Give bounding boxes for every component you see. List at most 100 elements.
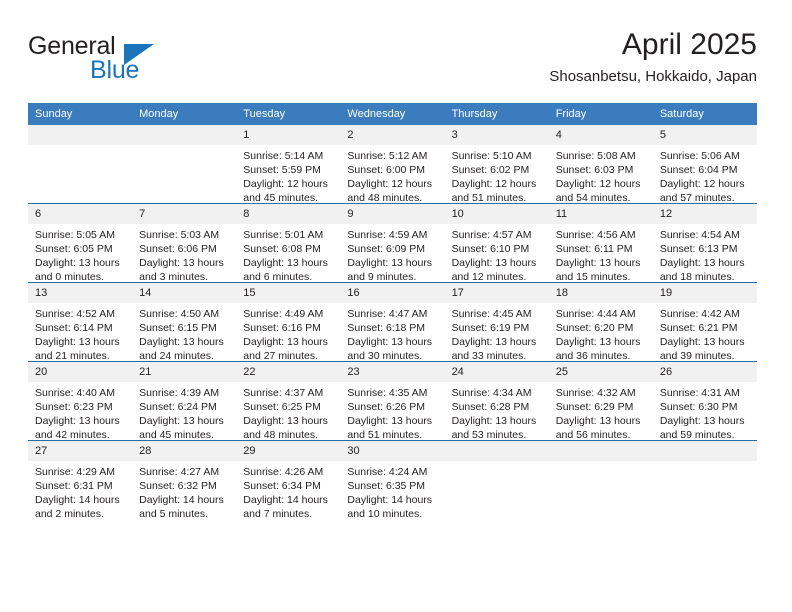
day-number: 17 xyxy=(444,283,549,303)
day-cell-content: 5 Sunrise: 5:06 AM Sunset: 6:04 PM Daylight… xyxy=(652,125,757,204)
calendar-day-cell[interactable]: 2 Sunrise: 5:12 AM Sunset: 6:00 PM Daylight… xyxy=(340,125,445,205)
sunset-text: Sunset: 6:08 PM xyxy=(243,243,321,255)
calendar-day-cell[interactable]: 19 Sunrise: 4:42 AM Sunset: 6:21 PM Dayligh… xyxy=(652,282,757,363)
day-sun-info: Sunrise: 4:32 AM Sunset: 6:29 PM Daylight:… xyxy=(549,382,653,442)
day-number: 21 xyxy=(132,362,237,382)
sunrise-text: Sunrise: 4:29 AM xyxy=(35,466,115,478)
day-number: 16 xyxy=(340,283,445,303)
calendar-day-cell[interactable] xyxy=(28,125,133,204)
day-sun-info: Sunrise: 4:42 AM Sunset: 6:21 PM Daylight:… xyxy=(653,303,757,363)
calendar-day-cell[interactable]: 15 Sunrise: 4:49 AM Sunset: 6:16 PM Dayligh… xyxy=(236,282,341,362)
day-number: 1 xyxy=(236,125,341,145)
calendar-day-cell[interactable]: 8 Sunrise: 5:01 AM Sunset: 6:08 PM Daylight… xyxy=(236,203,341,284)
sunset-text: Sunset: 6:18 PM xyxy=(347,322,426,334)
sunrise-text: Sunrise: 4:49 AM xyxy=(243,308,324,320)
day-cell-content: 20 Sunrise: 4:40 AM Sunset: 6:23 PM Dayligh… xyxy=(28,362,133,441)
calendar-day-cell[interactable] xyxy=(548,440,653,519)
day-cell-content: 3 Sunrise: 5:10 AM Sunset: 6:02 PM Daylight… xyxy=(444,125,549,204)
day-sun-info: Sunrise: 4:37 AM Sunset: 6:25 PM Daylight:… xyxy=(236,382,340,442)
calendar-day-cell[interactable]: 13 Sunrise: 4:52 AM Sunset: 6:14 PM Dayligh… xyxy=(28,282,133,362)
day-cell-content: 8 Sunrise: 5:01 AM Sunset: 6:08 PM Daylight… xyxy=(236,204,341,284)
day-cell-content: 26 Sunrise: 4:31 AM Sunset: 6:30 PM Dayligh… xyxy=(652,362,757,442)
calendar-day-cell[interactable]: 28 Sunrise: 4:27 AM Sunset: 6:32 PM Dayligh… xyxy=(132,440,237,520)
daylight-text: Daylight: 13 hours and 9 minutes. xyxy=(347,257,433,283)
calendar-day-cell[interactable]: 24 Sunrise: 4:34 AM Sunset: 6:28 PM Dayligh… xyxy=(444,361,549,441)
sunset-text: Sunset: 6:31 PM xyxy=(35,480,113,492)
daylight-text: Daylight: 13 hours and 39 minutes. xyxy=(659,336,745,362)
calendar-day-cell[interactable]: 1 Sunrise: 5:14 AM Sunset: 5:59 PM Daylight… xyxy=(236,125,341,204)
general-blue-logo[interactable]: General Blue xyxy=(28,32,198,90)
calendar-day-cell[interactable]: 17 Sunrise: 4:45 AM Sunset: 6:19 PM Dayligh… xyxy=(444,282,549,362)
daylight-text: Daylight: 13 hours and 48 minutes. xyxy=(243,415,328,441)
sunrise-text: Sunrise: 5:06 AM xyxy=(659,150,740,162)
sunrise-text: Sunrise: 5:14 AM xyxy=(243,150,324,162)
calendar-day-cell[interactable]: 21 Sunrise: 4:39 AM Sunset: 6:24 PM Dayligh… xyxy=(132,361,237,442)
day-cell-content: 14 Sunrise: 4:50 AM Sunset: 6:15 PM Dayligh… xyxy=(132,283,237,362)
daylight-text: Daylight: 13 hours and 18 minutes. xyxy=(659,257,745,283)
calendar-day-cell[interactable]: 30 Sunrise: 4:24 AM Sunset: 6:35 PM Dayligh… xyxy=(340,440,445,520)
sunrise-text: Sunrise: 4:54 AM xyxy=(659,229,740,241)
daylight-text: Daylight: 13 hours and 56 minutes. xyxy=(555,415,641,441)
day-cell-content: 11 Sunrise: 4:56 AM Sunset: 6:11 PM Dayligh… xyxy=(548,204,653,283)
calendar-day-cell[interactable]: 10 Sunrise: 4:57 AM Sunset: 6:10 PM Dayligh… xyxy=(444,203,549,283)
day-cell-content: 15 Sunrise: 4:49 AM Sunset: 6:16 PM Dayligh… xyxy=(236,283,341,362)
sunrise-text: Sunrise: 5:08 AM xyxy=(555,150,636,162)
calendar-day-cell[interactable]: 23 Sunrise: 4:35 AM Sunset: 6:26 PM Dayligh… xyxy=(340,361,445,441)
calendar-day-cell[interactable] xyxy=(652,440,757,519)
calendar-day-cell[interactable]: 27 Sunrise: 4:29 AM Sunset: 6:31 PM Dayligh… xyxy=(28,440,133,520)
calendar-day-cell[interactable]: 3 Sunrise: 5:10 AM Sunset: 6:02 PM Daylight… xyxy=(444,125,549,204)
sunset-text: Sunset: 6:35 PM xyxy=(347,480,426,492)
calendar-day-cell[interactable]: 9 Sunrise: 4:59 AM Sunset: 6:09 PM Daylight… xyxy=(340,203,445,283)
calendar-day-cell[interactable]: 14 Sunrise: 4:50 AM Sunset: 6:15 PM Dayligh… xyxy=(132,282,237,362)
sunrise-text: Sunrise: 4:27 AM xyxy=(139,466,220,478)
calendar-day-cell[interactable]: 25 Sunrise: 4:32 AM Sunset: 6:29 PM Dayligh… xyxy=(548,361,653,442)
calendar-day-cell[interactable]: 5 Sunrise: 5:06 AM Sunset: 6:04 PM Daylight… xyxy=(652,125,757,204)
day-number xyxy=(548,441,653,461)
day-sun-info: Sunrise: 4:31 AM Sunset: 6:30 PM Daylight:… xyxy=(653,382,757,442)
calendar-body: 1 Sunrise: 5:14 AM Sunset: 5:59 PM Daylight… xyxy=(28,125,757,520)
calendar-day-cell[interactable] xyxy=(444,440,549,519)
sunset-text: Sunset: 6:19 PM xyxy=(451,322,530,334)
logo-text-blue: Blue xyxy=(90,56,140,84)
day-cell-content: 23 Sunrise: 4:35 AM Sunset: 6:26 PM Dayligh… xyxy=(340,362,445,441)
sunrise-text: Sunrise: 5:10 AM xyxy=(451,150,532,162)
sunrise-text: Sunrise: 4:32 AM xyxy=(555,387,636,399)
calendar-week-row: 13 Sunrise: 4:52 AM Sunset: 6:14 PM Dayligh… xyxy=(28,282,757,363)
calendar-day-cell[interactable] xyxy=(132,125,237,204)
day-cell-content: 9 Sunrise: 4:59 AM Sunset: 6:09 PM Daylight… xyxy=(340,204,445,283)
weekday-header-friday: Friday xyxy=(548,103,653,125)
day-cell-content: 19 Sunrise: 4:42 AM Sunset: 6:21 PM Dayligh… xyxy=(652,283,757,363)
calendar-day-cell[interactable]: 20 Sunrise: 4:40 AM Sunset: 6:23 PM Dayligh… xyxy=(28,361,133,441)
daylight-text: Daylight: 13 hours and 24 minutes. xyxy=(139,336,224,362)
day-sun-info: Sunrise: 4:39 AM Sunset: 6:24 PM Daylight:… xyxy=(132,382,236,442)
calendar-day-cell[interactable]: 4 Sunrise: 5:08 AM Sunset: 6:03 PM Daylight… xyxy=(548,125,653,204)
day-number: 14 xyxy=(132,283,237,303)
day-sun-info: Sunrise: 5:12 AM Sunset: 6:00 PM Daylight:… xyxy=(340,145,444,205)
day-number: 6 xyxy=(28,204,133,224)
day-sun-info: Sunrise: 5:01 AM Sunset: 6:08 PM Daylight:… xyxy=(236,224,340,284)
sunrise-text: Sunrise: 4:40 AM xyxy=(35,387,115,399)
sunrise-text: Sunrise: 4:45 AM xyxy=(451,308,532,320)
calendar-day-cell[interactable]: 12 Sunrise: 4:54 AM Sunset: 6:13 PM Dayligh… xyxy=(652,203,757,283)
day-number: 18 xyxy=(548,283,653,303)
day-number: 23 xyxy=(340,362,445,382)
sunset-text: Sunset: 6:25 PM xyxy=(243,401,321,413)
calendar-day-cell[interactable]: 29 Sunrise: 4:26 AM Sunset: 6:34 PM Dayligh… xyxy=(236,440,341,520)
weekday-header-monday: Monday xyxy=(132,103,237,125)
sunset-text: Sunset: 6:02 PM xyxy=(451,164,530,176)
day-cell-content: 25 Sunrise: 4:32 AM Sunset: 6:29 PM Dayligh… xyxy=(548,362,653,442)
day-number: 15 xyxy=(236,283,341,303)
sunrise-text: Sunrise: 5:05 AM xyxy=(35,229,115,241)
day-number: 12 xyxy=(652,204,757,224)
day-sun-info: Sunrise: 5:03 AM Sunset: 6:06 PM Daylight:… xyxy=(132,224,236,284)
weekday-header-sunday: Sunday xyxy=(28,103,133,125)
calendar-day-cell[interactable]: 18 Sunrise: 4:44 AM Sunset: 6:20 PM Dayligh… xyxy=(548,282,653,362)
sunset-text: Sunset: 6:06 PM xyxy=(139,243,217,255)
calendar-day-cell[interactable]: 7 Sunrise: 5:03 AM Sunset: 6:06 PM Daylight… xyxy=(132,203,237,284)
calendar-day-cell[interactable]: 22 Sunrise: 4:37 AM Sunset: 6:25 PM Dayligh… xyxy=(236,361,341,442)
calendar-day-cell[interactable]: 26 Sunrise: 4:31 AM Sunset: 6:30 PM Dayligh… xyxy=(652,361,757,442)
calendar-day-cell[interactable]: 6 Sunrise: 5:05 AM Sunset: 6:05 PM Daylight… xyxy=(28,203,133,283)
calendar-day-cell[interactable]: 11 Sunrise: 4:56 AM Sunset: 6:11 PM Dayligh… xyxy=(548,203,653,283)
calendar-day-cell[interactable]: 16 Sunrise: 4:47 AM Sunset: 6:18 PM Dayligh… xyxy=(340,282,445,362)
calendar-week-row: 27 Sunrise: 4:29 AM Sunset: 6:31 PM Dayligh… xyxy=(28,440,757,520)
